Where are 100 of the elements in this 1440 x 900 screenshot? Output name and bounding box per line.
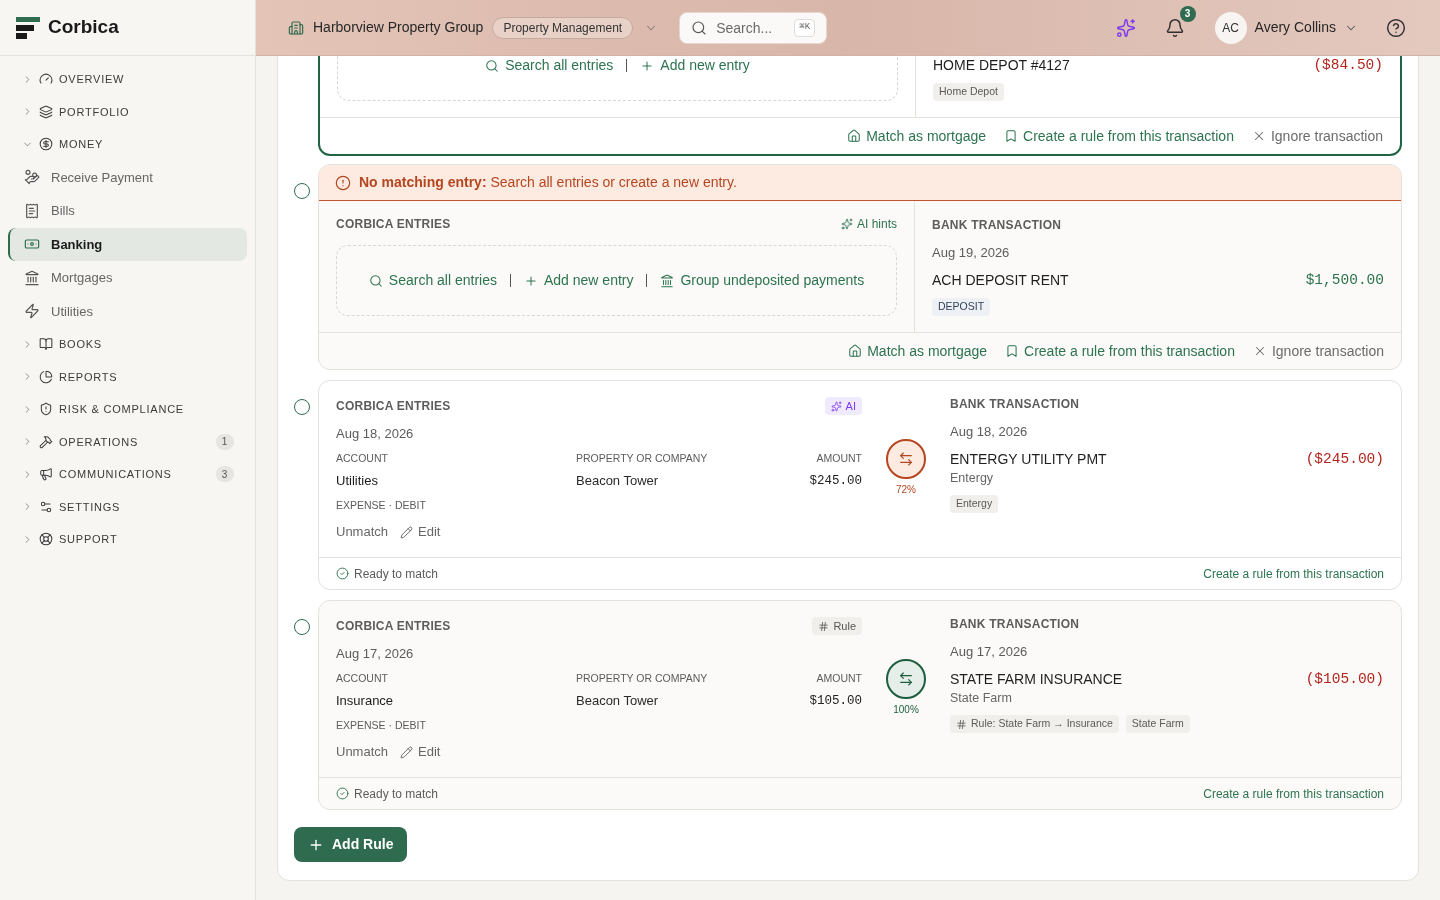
transaction-date: Aug 17, 2026 <box>950 643 1028 661</box>
transaction-action-link[interactable]: Match as mortgage <box>848 340 988 362</box>
transaction-description: HOME DEPOT #4127 <box>933 57 1070 73</box>
entry-type: EXPENSE · DEBIT <box>336 498 426 513</box>
field-value: Utilities <box>336 472 378 490</box>
nav-item[interactable]: Mortgages <box>8 261 247 295</box>
create-rule-link[interactable]: Create a rule from this transaction <box>1203 564 1384 583</box>
entry-option-link[interactable]: Search all entries <box>368 270 497 291</box>
plus-icon <box>524 273 538 288</box>
nav-section[interactable]: PORTFOLIO <box>8 95 247 128</box>
sparkles-icon <box>840 218 853 230</box>
transaction-description: STATE FARM INSURANCE <box>950 671 1123 687</box>
nav-section[interactable]: RISK & COMPLIANCE <box>8 393 247 426</box>
house-icon <box>847 129 862 143</box>
status-text: Ready to match <box>354 565 439 583</box>
nav-section[interactable]: OPERATIONS 1 <box>8 425 247 458</box>
field-label: AMOUNT <box>816 671 862 686</box>
section-heading: CORBICA ENTRIES <box>336 398 451 414</box>
create-rule-link[interactable]: Create a rule from this transaction <box>1203 784 1384 803</box>
transaction-action-link[interactable]: Create a rule from this transaction <box>1005 340 1235 362</box>
transaction-amount: ($84.50) <box>1313 57 1383 73</box>
notification-bell-icon[interactable] <box>1164 17 1185 38</box>
help-icon[interactable] <box>1386 17 1406 38</box>
megaphone-icon <box>39 467 53 482</box>
nav-item[interactable]: Banking <box>8 227 247 261</box>
entry-option-link[interactable]: Add new entry <box>640 56 750 76</box>
nav-section[interactable]: MONEY <box>8 128 247 161</box>
lifebuoy-icon <box>39 532 53 547</box>
field-label: ACCOUNT <box>336 671 388 686</box>
open-book-icon <box>39 337 53 352</box>
notification-count-badge: 3 <box>1179 5 1196 22</box>
match-score: 72% <box>896 484 916 496</box>
nav-section[interactable]: COMMUNICATIONS 3 <box>8 458 247 491</box>
building-icon <box>288 19 304 36</box>
pencil-icon <box>400 525 414 539</box>
brand-name: Corbica <box>48 15 119 40</box>
transaction-amount: ($245.00) <box>1305 451 1384 467</box>
sparkles-icon <box>830 400 842 412</box>
transaction-action-link[interactable]: Ignore transaction <box>1252 340 1384 362</box>
radio-button[interactable] <box>294 183 310 199</box>
transaction-action-link[interactable]: Ignore transaction <box>1251 125 1383 147</box>
sparkles-icon[interactable] <box>1115 17 1136 38</box>
badge-label: Rule <box>833 618 856 634</box>
field-label: PROPERTY OR COMPANY <box>576 671 708 686</box>
settings-icon <box>39 499 53 514</box>
field-label: PROPERTY OR COMPANY <box>576 451 708 466</box>
entry-option-link[interactable]: Group undeposited payments <box>660 270 865 291</box>
count-badge: 3 <box>216 466 234 483</box>
tag: Entergy <box>950 495 999 513</box>
nav-item[interactable]: Bills <box>8 194 247 228</box>
radio-button[interactable] <box>294 619 310 635</box>
nav-item[interactable]: Receive Payment <box>8 160 247 194</box>
entry-action-link[interactable]: Unmatch <box>336 522 389 542</box>
receipt-icon <box>24 202 40 219</box>
bank-building-icon <box>24 269 40 286</box>
transaction-description: ACH DEPOSIT RENT <box>932 272 1069 288</box>
nav-section[interactable]: OVERVIEW <box>8 63 247 96</box>
pencil-icon <box>400 745 414 759</box>
layers-icon <box>39 104 53 119</box>
organization-name: Harborview Property Group <box>313 18 484 37</box>
nav-section[interactable]: SUPPORT <box>8 523 247 556</box>
transaction-amount: ($105.00) <box>1305 671 1384 687</box>
nav-item[interactable]: Utilities <box>8 294 247 328</box>
badge-label: AI <box>845 398 856 414</box>
entry-action-link[interactable]: Unmatch <box>336 742 389 762</box>
entry-date: Aug 18, 2026 <box>336 425 414 443</box>
nav-section[interactable]: SETTINGS <box>8 490 247 523</box>
entry-action-link[interactable]: Edit <box>400 522 441 542</box>
entry-option-link[interactable]: Add new entry <box>524 270 634 291</box>
pie-chart-icon <box>39 369 53 384</box>
payee-name: State Farm <box>950 690 1012 707</box>
add-rule-button[interactable]: Add Rule <box>294 827 408 862</box>
tag: State Farm <box>1125 715 1190 733</box>
dollar-coin-icon <box>39 137 53 152</box>
entry-option-link[interactable]: Search all entries <box>485 56 614 76</box>
alert-message: No matching entry: Search all entries or create a new entry. <box>359 173 737 192</box>
swap-arrows-icon <box>898 451 914 467</box>
match-score: 100% <box>893 704 919 716</box>
transaction-date: Aug 18, 2026 <box>950 423 1028 441</box>
transaction-action-link[interactable]: Match as mortgage <box>847 125 987 147</box>
field-value: Beacon Tower <box>576 692 659 710</box>
count-badge: 1 <box>216 433 234 450</box>
transaction-action-link[interactable]: Create a rule from this transaction <box>1004 125 1234 147</box>
section-heading: CORBICA ENTRIES <box>336 618 451 634</box>
user-name[interactable]: Avery Collins <box>1254 17 1336 38</box>
field-value: $245.00 <box>809 473 862 490</box>
check-circle-icon <box>336 567 349 580</box>
nav-section[interactable]: BOOKS <box>8 328 247 361</box>
logo-icon <box>16 16 40 39</box>
radio-button[interactable] <box>294 399 310 415</box>
check-circle-icon <box>336 787 349 800</box>
ai-hints-button[interactable]: AI hints <box>840 215 897 233</box>
user-avatar[interactable]: AC <box>1214 11 1247 44</box>
gauge-icon <box>39 72 53 87</box>
entry-action-link[interactable]: Edit <box>400 742 441 762</box>
nav-section[interactable]: REPORTS <box>8 360 247 393</box>
transaction-description: ENTERGY UTILITY PMT <box>950 451 1107 467</box>
entry-type: EXPENSE · DEBIT <box>336 718 426 733</box>
transaction-amount: $1,500.00 <box>1305 272 1384 288</box>
search-icon <box>368 273 383 288</box>
